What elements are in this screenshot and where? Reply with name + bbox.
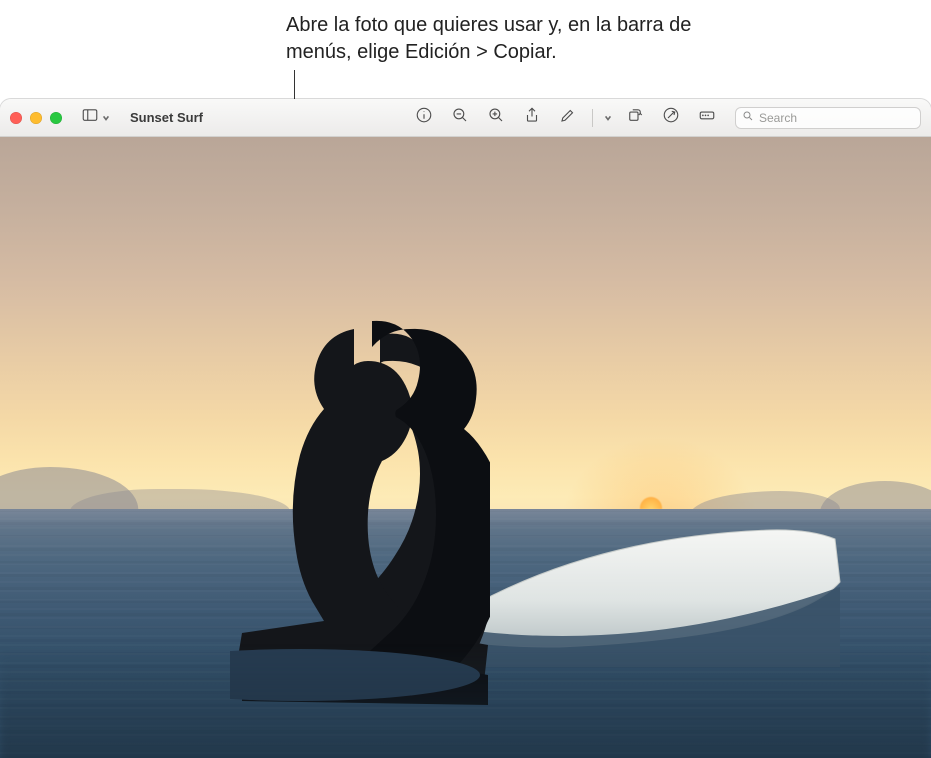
image-viewport[interactable] [0,137,931,758]
window-controls [10,112,62,124]
form-fill-icon [698,106,716,129]
markup-button[interactable] [657,106,685,130]
highlight-icon [559,106,577,129]
zoom-in-button[interactable] [482,106,510,130]
chevron-down-icon[interactable] [603,114,613,122]
share-button[interactable] [518,106,546,130]
markup-icon [662,106,680,129]
close-window-button[interactable] [10,112,22,124]
rotate-icon [626,106,644,129]
info-button[interactable] [410,106,438,130]
sidebar-toggle-button[interactable] [76,106,116,130]
chevron-down-icon [101,114,111,122]
share-icon [523,106,541,129]
fullscreen-window-button[interactable] [50,112,62,124]
minimize-window-button[interactable] [30,112,42,124]
photo-foreground-water [0,647,931,758]
toolbar-divider [592,109,593,127]
rotate-button[interactable] [621,106,649,130]
zoom-in-icon [487,106,505,129]
zoom-out-icon [451,106,469,129]
callout-text: Abre la foto que quieres usar y, en la b… [286,12,726,66]
form-fill-button[interactable] [693,106,721,130]
document-title: Sunset Surf [130,110,203,125]
search-field[interactable] [735,107,921,129]
preview-window: Sunset Surf [0,99,931,758]
search-icon [742,109,754,127]
zoom-out-button[interactable] [446,106,474,130]
photo-surfer-silhouette [230,305,490,705]
highlight-button[interactable] [554,106,582,130]
search-input[interactable] [759,111,914,125]
photo-surfboard [440,527,880,667]
info-icon [415,106,433,129]
sidebar-icon [81,106,99,129]
window-titlebar: Sunset Surf [0,99,931,137]
toolbar-center-group [410,106,721,130]
